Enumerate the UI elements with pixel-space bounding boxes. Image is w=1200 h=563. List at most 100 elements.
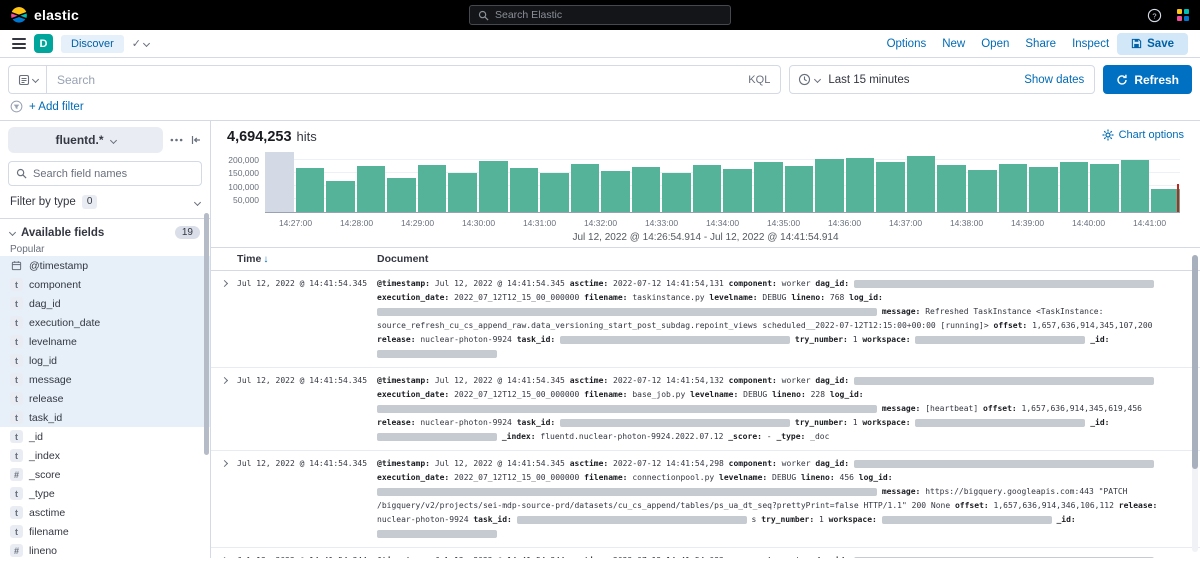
field-item-levelname[interactable]: tlevelname xyxy=(0,332,210,351)
time-column-header[interactable]: Time↓ xyxy=(237,253,377,265)
histogram-bar[interactable] xyxy=(540,173,569,212)
refresh-button[interactable]: Refresh xyxy=(1103,65,1192,94)
field-item-message[interactable]: tmessage xyxy=(0,370,210,389)
histogram-bar[interactable] xyxy=(785,166,814,212)
expand-row-icon[interactable] xyxy=(220,460,227,467)
save-button[interactable]: Save xyxy=(1117,33,1188,55)
field-name: _score xyxy=(29,469,61,481)
doc-field-name: offset: xyxy=(955,501,989,510)
histogram-bar[interactable] xyxy=(968,170,997,212)
available-fields-header[interactable]: Available fields 19 xyxy=(0,219,210,242)
histogram-bar[interactable] xyxy=(846,158,875,213)
histogram-bar[interactable] xyxy=(265,152,294,212)
doc-field-value: _doc xyxy=(810,432,829,441)
field-item-dag_id[interactable]: tdag_id xyxy=(0,294,210,313)
doc-field-name: dag_id: xyxy=(815,376,849,385)
field-item-_id[interactable]: t_id xyxy=(0,427,210,446)
time-range-caption: Jul 12, 2022 @ 14:26:54.914 - Jul 12, 20… xyxy=(219,232,1192,243)
histogram-bar[interactable] xyxy=(754,162,783,212)
expand-row-icon[interactable] xyxy=(220,280,227,287)
field-search-input[interactable]: Search field names xyxy=(8,161,202,186)
nav-link-options[interactable]: Options xyxy=(887,38,927,50)
histogram-bar[interactable] xyxy=(448,173,477,212)
histogram-bar[interactable] xyxy=(479,161,508,212)
histogram-bar[interactable] xyxy=(815,159,844,212)
help-icon[interactable]: ? xyxy=(1147,8,1162,23)
doc-field-value: 2022_07_12T12_15_00_000000 xyxy=(454,293,579,302)
global-search-input[interactable]: Search Elastic xyxy=(469,5,731,25)
histogram-bar[interactable] xyxy=(1121,160,1150,212)
field-item-component[interactable]: tcomponent xyxy=(0,275,210,294)
histogram-bar[interactable] xyxy=(601,171,630,212)
show-dates-button[interactable]: Show dates xyxy=(1014,74,1094,86)
deployment-icon[interactable] xyxy=(1176,8,1190,22)
histogram-bar[interactable] xyxy=(387,178,416,212)
elastic-logo[interactable]: elastic xyxy=(10,6,79,24)
field-name: component xyxy=(29,279,81,291)
field-item-_score[interactable]: #_score xyxy=(0,465,210,484)
filter-by-type[interactable]: Filter by type 0 xyxy=(0,186,210,219)
field-item-execution_date[interactable]: texecution_date xyxy=(0,313,210,332)
histogram-bar[interactable] xyxy=(937,165,966,212)
expand-row-icon[interactable] xyxy=(220,377,227,384)
row-document: @timestamp: Jul 12, 2022 @ 14:41:54.345 … xyxy=(377,457,1200,541)
space-avatar[interactable]: D xyxy=(34,34,53,53)
histogram-bar[interactable] xyxy=(1090,164,1119,212)
doc-field-value: Jul 12, 2022 @ 14:41:54.345 xyxy=(435,459,565,468)
index-pattern-selector[interactable]: fluentd.* xyxy=(8,127,163,153)
histogram-bar[interactable] xyxy=(571,164,600,212)
saved-search-indicator[interactable]: ✓ xyxy=(132,37,149,50)
histogram-bar[interactable] xyxy=(510,168,539,212)
menu-icon[interactable] xyxy=(12,38,26,49)
histogram-bar[interactable] xyxy=(632,167,661,212)
histogram-bar[interactable] xyxy=(999,164,1028,212)
histogram-bars[interactable] xyxy=(265,151,1180,212)
histogram-bar[interactable] xyxy=(876,162,905,212)
field-item-task_id[interactable]: ttask_id xyxy=(0,408,210,427)
saved-query-menu-button[interactable] xyxy=(8,65,46,94)
sidebar-scrollbar[interactable] xyxy=(204,213,209,455)
nav-link-new[interactable]: New xyxy=(942,38,965,50)
field-item-@timestamp[interactable]: @timestamp xyxy=(0,256,210,275)
field-item-release[interactable]: trelease xyxy=(0,389,210,408)
breadcrumb[interactable]: Discover xyxy=(61,35,124,53)
kql-toggle[interactable]: KQL xyxy=(748,74,770,86)
histogram-bar[interactable] xyxy=(357,166,386,212)
chart-options-button[interactable]: Chart options xyxy=(1102,129,1184,141)
doc-field-name: execution_date: xyxy=(377,390,449,399)
field-item-_type[interactable]: t_type xyxy=(0,484,210,503)
field-item-lineno[interactable]: #lineno xyxy=(0,541,210,558)
histogram-bar[interactable] xyxy=(1060,162,1089,212)
doc-field-name: @timestamp: xyxy=(377,279,430,288)
histogram-bar[interactable] xyxy=(693,165,722,212)
nav-link-share[interactable]: Share xyxy=(1025,38,1056,50)
nav-link-inspect[interactable]: Inspect xyxy=(1072,38,1109,50)
number-field-icon: # xyxy=(10,544,23,557)
histogram-bar[interactable] xyxy=(296,168,325,212)
field-item-filename[interactable]: tfilename xyxy=(0,522,210,541)
histogram-bar[interactable] xyxy=(907,156,936,212)
add-filter-button[interactable]: + Add filter xyxy=(29,101,84,113)
field-item-asctime[interactable]: tasctime xyxy=(0,503,210,522)
histogram-bar[interactable] xyxy=(1029,167,1058,212)
doc-field-name: workspace: xyxy=(862,335,910,344)
field-item-log_id[interactable]: tlog_id xyxy=(0,351,210,370)
time-menu-button[interactable] xyxy=(790,73,828,86)
histogram-bar[interactable] xyxy=(326,181,355,212)
query-search-input[interactable]: Search KQL xyxy=(46,65,781,94)
redacted-value xyxy=(915,336,1085,344)
expand-row-icon[interactable] xyxy=(220,557,227,558)
field-item-_index[interactable]: t_index xyxy=(0,446,210,465)
doc-field-value: - xyxy=(767,432,772,441)
histogram-bar[interactable] xyxy=(1151,189,1180,212)
sidebar-options-icon[interactable] xyxy=(170,138,183,142)
histogram-bar[interactable] xyxy=(662,173,691,212)
time-range-value[interactable]: Last 15 minutes xyxy=(828,74,1014,86)
collapse-sidebar-icon[interactable] xyxy=(190,134,202,146)
histogram-bar[interactable] xyxy=(723,169,752,212)
table-scrollbar[interactable] xyxy=(1192,255,1198,552)
filter-funnel-icon[interactable] xyxy=(10,100,23,113)
nav-link-open[interactable]: Open xyxy=(981,38,1009,50)
histogram-bar[interactable] xyxy=(418,165,447,213)
doc-field-name: task_id: xyxy=(517,418,556,427)
